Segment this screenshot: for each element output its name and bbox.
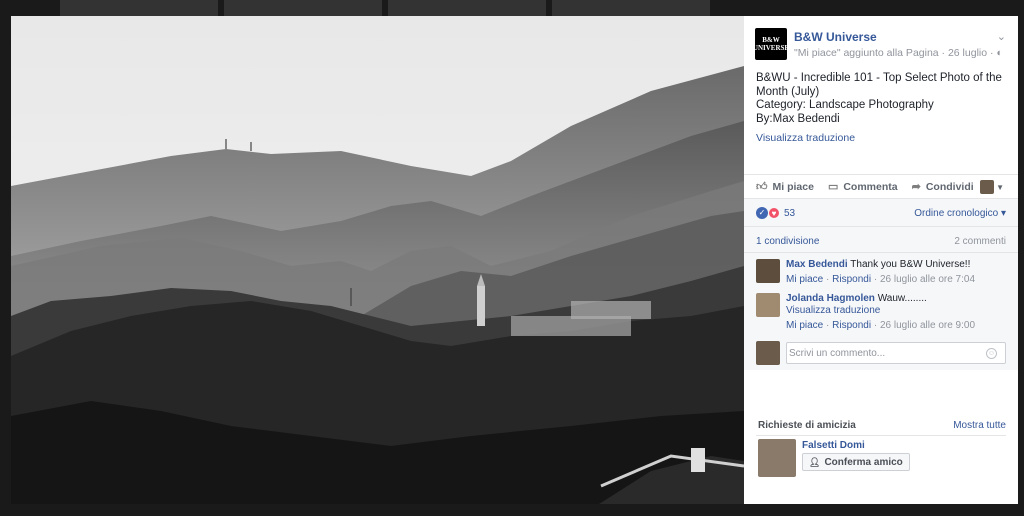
friend-request-avatar[interactable]: [758, 439, 796, 477]
post-text: B&WU - Incredible 101 - Top Select Photo…: [744, 72, 1018, 126]
comment-reply-link[interactable]: Rispondi: [832, 274, 871, 285]
post-sidebar: B&W UNIVERSE B&W Universe "Mi piace" agg…: [744, 16, 1018, 506]
like-reaction-icon[interactable]: ✓: [756, 207, 768, 219]
share-button[interactable]: ➦ Condividi: [911, 180, 974, 194]
comment-text: Wauw........: [877, 293, 927, 304]
friend-request-name[interactable]: Falsetti Domi: [802, 440, 865, 451]
chevron-down-icon[interactable]: ⌄: [997, 30, 1006, 43]
see-all-link[interactable]: Mostra tutte: [953, 420, 1006, 431]
thumbnail[interactable]: [388, 0, 546, 16]
post-as-selector[interactable]: ▼: [980, 180, 1004, 194]
comments-count-link[interactable]: 2 commenti: [954, 236, 1006, 247]
like-label: Mi piace: [772, 180, 814, 193]
page-avatar[interactable]: B&W UNIVERSE: [752, 28, 790, 60]
thumbs-up-icon: 👍︎: [756, 181, 768, 193]
post-line: Month (July): [756, 85, 820, 98]
comment-body: Max Bedendi Thank you B&W Universe!! Mi …: [786, 259, 1011, 286]
user-avatar-small: [980, 180, 995, 194]
commenter-avatar[interactable]: [756, 259, 780, 283]
thumbnail[interactable]: [60, 0, 218, 16]
comment-input-placeholder: Scrivi un commento...: [789, 348, 886, 359]
landscape-photo[interactable]: [11, 16, 744, 506]
page-logo-text: B&W UNIVERSE: [752, 36, 790, 52]
post-meta-text: "Mi piace" aggiunto alla Pagina · 26 lug…: [794, 47, 997, 59]
friend-requests-header: Richieste di amicizia Mostra tutte: [756, 416, 1006, 436]
comment-icon: ▭: [827, 181, 839, 193]
feedback-panel: ✓ ♥ 53 Ordine cronologico ▾ 1 condivisio…: [744, 198, 1018, 370]
post-header: B&W UNIVERSE B&W Universe "Mi piace" agg…: [744, 16, 1018, 72]
reactions-count[interactable]: 53: [784, 208, 795, 219]
comment-input[interactable]: Scrivi un commento... ☺: [786, 342, 1006, 364]
friend-requests-title: Richieste di amicizia: [758, 420, 856, 431]
shares-row: 1 condivisione 2 commenti: [744, 227, 1018, 253]
add-friend-icon: 👤︎: [809, 456, 821, 467]
bottom-strip: [0, 504, 1024, 516]
comment-time[interactable]: 26 luglio alle ore 9:00: [880, 320, 975, 331]
reactions-row: ✓ ♥ 53 Ordine cronologico ▾: [744, 199, 1018, 227]
globe-icon: ◐: [996, 47, 1003, 59]
comment-meta: Mi piace · Rispondi · 26 luglio alle ore…: [786, 274, 976, 285]
comment-order-dropdown[interactable]: Ordine cronologico ▾: [914, 208, 1006, 219]
commenter-avatar[interactable]: [756, 293, 780, 317]
post-line: By:Max Bedendi: [756, 112, 840, 125]
comment-like-link[interactable]: Mi piace: [786, 320, 823, 331]
confirm-friend-button[interactable]: 👤︎ Conferma amico: [802, 453, 910, 471]
commenter-name[interactable]: Jolanda Hagmolen: [786, 293, 875, 304]
comment-meta: Mi piace · Rispondi · 26 luglio alle ore…: [786, 320, 976, 331]
like-button[interactable]: 👍︎ Mi piace: [756, 180, 814, 194]
comment-text: Thank you B&W Universe!!: [850, 259, 971, 270]
comment-like-link[interactable]: Mi piace: [786, 274, 823, 285]
love-reaction-icon[interactable]: ♥: [768, 207, 780, 219]
caret-down-icon: ▼: [996, 182, 1004, 192]
top-thumbnail-strip: [60, 0, 710, 16]
comment-translate-link[interactable]: Visualizza traduzione: [786, 305, 1011, 317]
post-subtitle: "Mi piace" aggiunto alla Pagina · 26 lug…: [794, 47, 1003, 59]
see-translation-link[interactable]: Visualizza traduzione: [744, 126, 1018, 144]
confirm-friend-label: Conferma amico: [824, 456, 903, 468]
page-name-link[interactable]: B&W Universe: [794, 30, 877, 44]
write-comment-row: Scrivi un commento... ☺: [756, 341, 1006, 367]
share-label: Condividi: [925, 180, 974, 193]
user-avatar: [756, 341, 780, 365]
comment-label: Commenta: [843, 180, 898, 193]
comment-body: Jolanda Hagmolen Wauw........ Visualizza…: [786, 293, 1011, 332]
thumbnail[interactable]: [552, 0, 710, 16]
post-actions-bar: 👍︎ Mi piace ▭ Commenta ➦ Condividi ▼: [744, 174, 1018, 198]
commenter-name[interactable]: Max Bedendi: [786, 259, 848, 270]
comment-button[interactable]: ▭ Commenta: [827, 180, 898, 194]
post-line: B&WU - Incredible 101 - Top Select Photo…: [756, 72, 1002, 84]
post-line: Category: Landscape Photography: [756, 99, 934, 111]
thumbnail[interactable]: [224, 0, 382, 16]
comment-reply-link[interactable]: Rispondi: [832, 320, 871, 331]
share-arrow-icon: ➦: [911, 181, 921, 193]
shares-count-link[interactable]: 1 condivisione: [756, 236, 819, 247]
emoji-icon[interactable]: ☺: [986, 348, 997, 359]
friend-requests-section: Richieste di amicizia Mostra tutte False…: [756, 416, 1006, 477]
comment-time[interactable]: 26 luglio alle ore 7:04: [880, 274, 975, 285]
